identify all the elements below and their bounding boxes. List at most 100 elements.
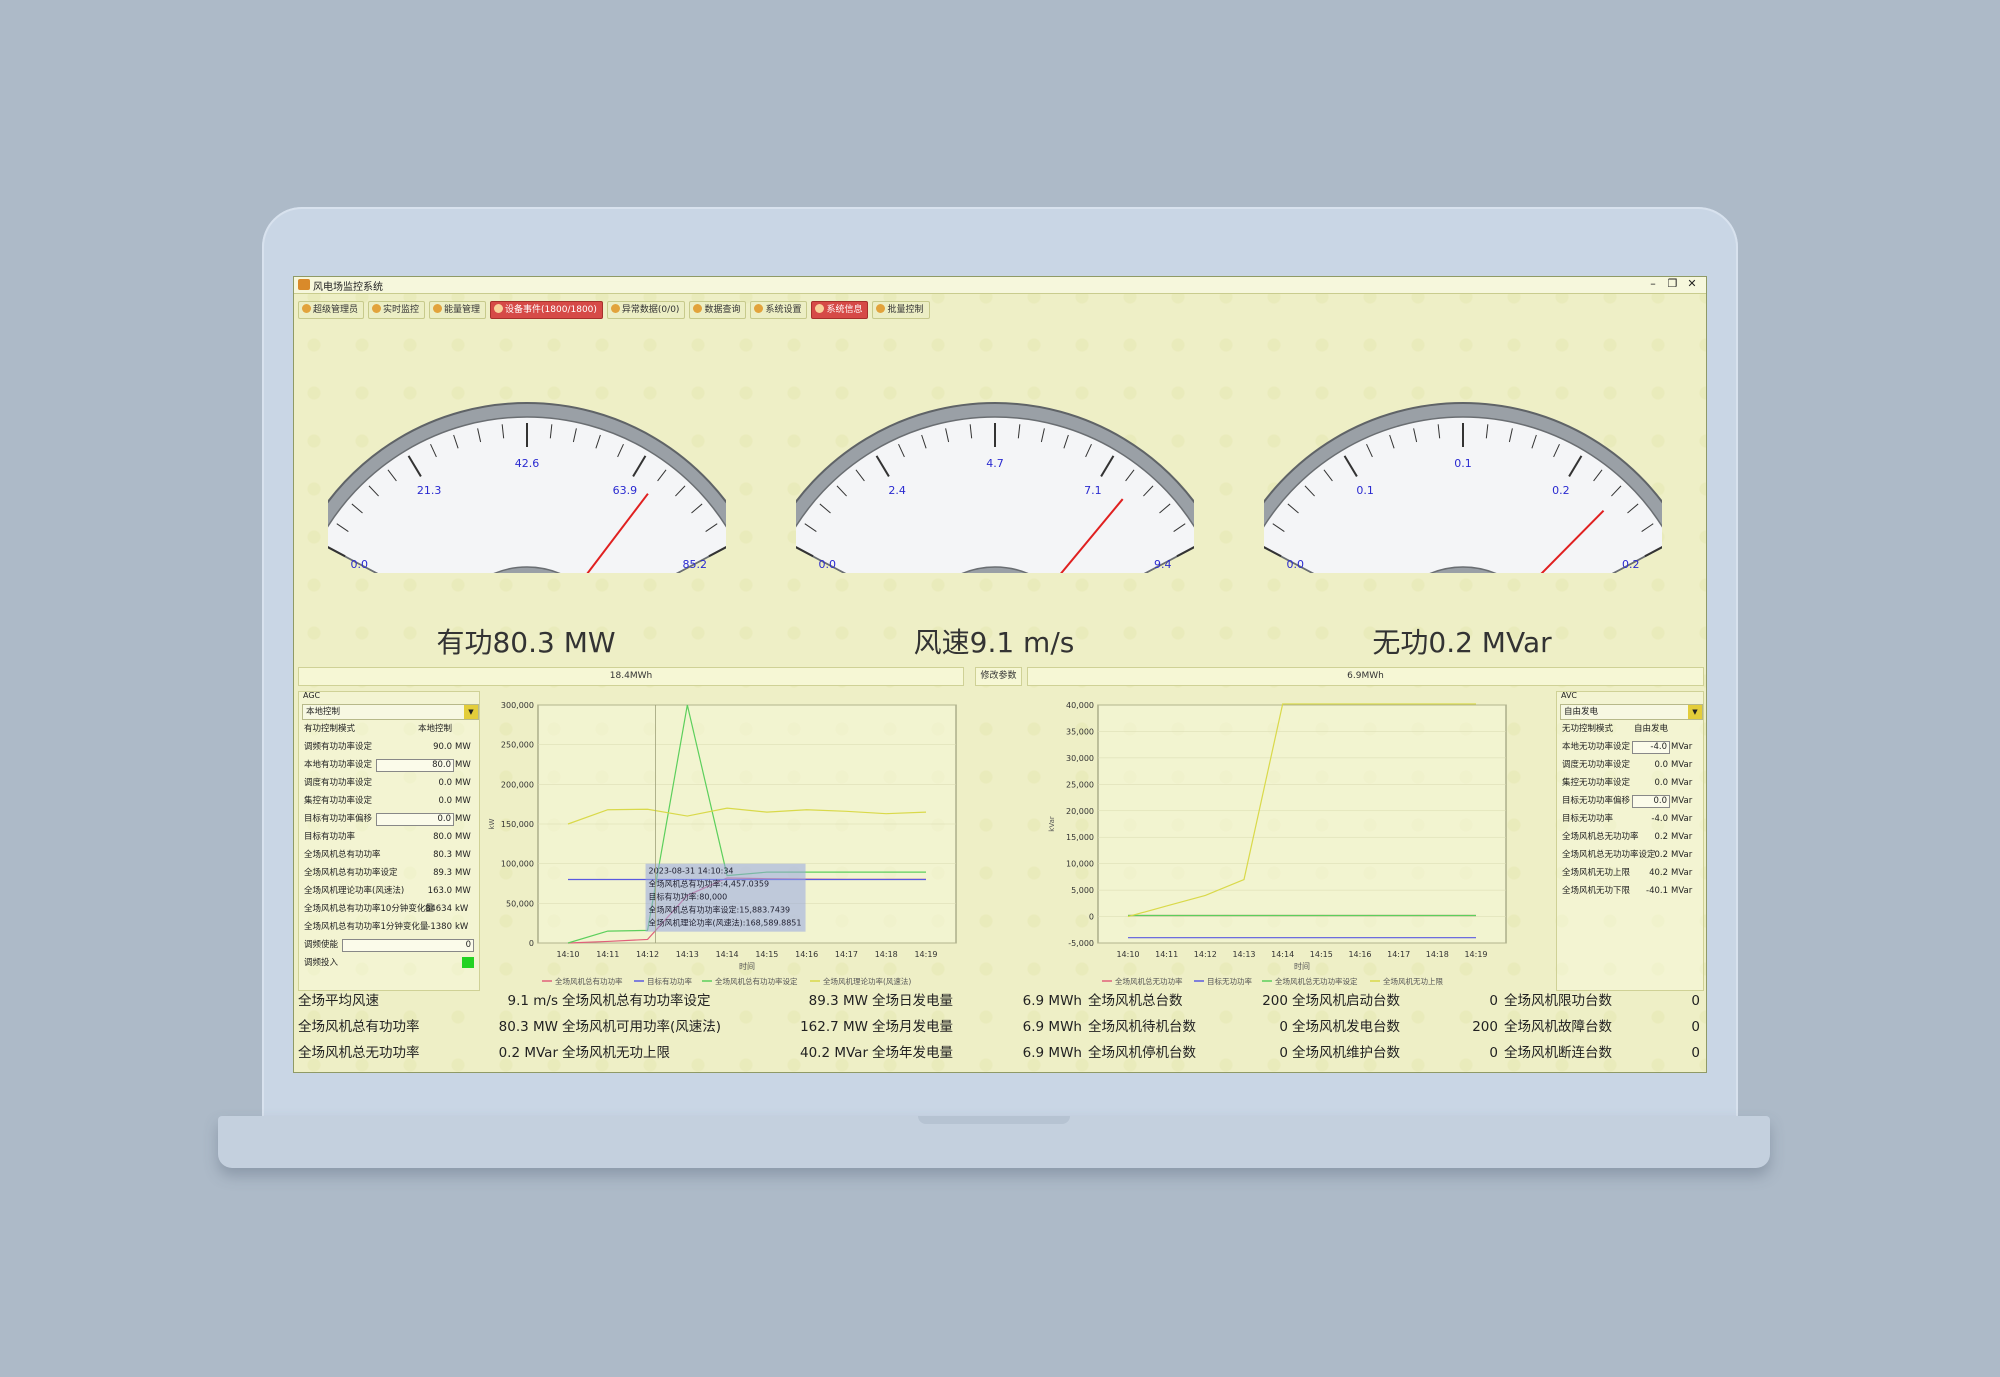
param-row: 全场风机无功上限 40.2 MVar xyxy=(1562,866,1698,880)
stat-item: 全场风机停机台数 0 xyxy=(1088,1043,1288,1063)
param-label: 集控无功功率设定 xyxy=(1562,778,1631,788)
modify-params-button[interactable]: 修改参数 xyxy=(975,667,1022,686)
y-tick-label: 200,000 xyxy=(501,780,534,789)
param-row: 全场风机理论功率(风速法) 163.0 MW xyxy=(304,884,474,898)
gauge-tick-label: 0.0 xyxy=(818,558,836,571)
param-label: 调度有功功率设定 xyxy=(304,778,373,788)
stat-item: 全场风机限功台数 0 xyxy=(1504,991,1700,1011)
x-tick-label: 14:15 xyxy=(755,950,778,959)
param-value: 90.0 xyxy=(433,742,452,752)
param-unit: MVar xyxy=(1671,760,1693,770)
param-value: 自由发电 xyxy=(1633,724,1668,734)
x-tick-label: 14:13 xyxy=(1232,950,1255,959)
param-input[interactable]: 0 xyxy=(342,939,474,952)
avc-panel: AVC 自由发电 ▼ 无功控制模式 自由发电 本地无功功率设定 -4.0 MVar 调度无… xyxy=(1556,691,1704,991)
stat-item: 全场风机总台数 200 xyxy=(1088,991,1288,1011)
reactive-power-gauge: 0.0 0.1 0.1 0.2 0.2 xyxy=(1264,402,1662,573)
app-logo-icon xyxy=(298,279,310,290)
toolbar-button[interactable]: 批量控制 xyxy=(872,301,930,319)
stat-label: 全场平均风速 xyxy=(298,993,379,1009)
stat-label: 全场风机无功上限 xyxy=(562,1045,670,1061)
param-row: 调频有功功率设定 90.0 MW xyxy=(304,740,474,754)
param-unit: MVar xyxy=(1671,778,1693,788)
gauge-tick-label: 0.2 xyxy=(1552,484,1570,497)
param-label: 全场风机总无功功率 xyxy=(1562,832,1639,842)
menu-icon xyxy=(302,304,311,313)
param-input[interactable]: 80.0 xyxy=(376,759,454,772)
param-label: 全场风机总有功功率1分钟变化量 xyxy=(304,922,429,932)
param-row: 全场风机无功下限 -40.1 MVar xyxy=(1562,884,1698,898)
param-unit: MVar xyxy=(1671,796,1693,806)
stat-label: 全场风机总台数 xyxy=(1088,993,1183,1009)
avc-mode-select[interactable]: 自由发电 ▼ xyxy=(1560,704,1703,720)
param-row: 全场风机总无功功率 0.2 MVar xyxy=(1562,830,1698,844)
legend-item[interactable]: 全场风机总有功功率 xyxy=(555,976,623,986)
legend-item[interactable]: 全场风机理论功率(风速法) xyxy=(823,976,911,986)
param-input[interactable]: 0.0 xyxy=(376,813,454,826)
toolbar-button[interactable]: 能量管理 xyxy=(429,301,487,319)
y-tick-label: 0 xyxy=(529,939,534,948)
param-input[interactable]: 0.0 xyxy=(1632,795,1670,808)
chevron-down-icon[interactable]: ▼ xyxy=(464,705,478,719)
stat-item: 全场风机待机台数 0 xyxy=(1088,1017,1288,1037)
param-value: 89.3 xyxy=(433,868,452,878)
restore-button[interactable]: ❐ xyxy=(1665,277,1681,290)
x-axis-label: 时间 xyxy=(1294,961,1310,971)
param-row: 有功控制模式 本地控制 xyxy=(304,722,474,736)
stat-label: 全场风机待机台数 xyxy=(1088,1019,1196,1035)
menu-icon xyxy=(372,304,382,313)
x-tick-label: 14:10 xyxy=(556,950,579,959)
gauge-tick-label: 0.0 xyxy=(1286,558,1304,571)
legend-item[interactable]: 目标无功功率 xyxy=(1207,976,1252,986)
close-button[interactable]: ✕ xyxy=(1684,277,1700,290)
param-row: 集控无功功率设定 0.0 MVar xyxy=(1562,776,1698,790)
param-row: 目标有功功率 80.0 MW xyxy=(304,830,474,844)
y-tick-label: 300,000 xyxy=(501,701,534,710)
param-row: 无功控制模式 自由发电 xyxy=(1562,722,1698,736)
y-tick-label: 150,000 xyxy=(501,820,534,829)
toolbar-button-label: 数据查询 xyxy=(704,305,741,315)
param-value: 0.0 xyxy=(1654,760,1668,770)
gauge-tick-label: 7.1 xyxy=(1084,484,1102,497)
chevron-down-icon[interactable]: ▼ xyxy=(1688,705,1702,719)
param-label: 全场风机总有功功率10分钟变化量 xyxy=(304,904,434,914)
param-input[interactable]: -4.0 xyxy=(1632,741,1670,754)
minimize-button[interactable]: – xyxy=(1645,277,1661,290)
stat-label: 全场风机启动台数 xyxy=(1292,993,1400,1009)
param-value: 84634 xyxy=(424,904,452,914)
stat-item: 全场风机无功上限 40.2 MVar xyxy=(562,1043,868,1063)
param-label: 目标无功功率 xyxy=(1562,814,1614,824)
toolbar-button[interactable]: 系统信息 xyxy=(811,301,869,319)
param-unit: MVar xyxy=(1671,868,1693,878)
toolbar-button[interactable]: 实时监控 xyxy=(368,301,426,319)
stat-value: 6.9 MWh xyxy=(1022,1045,1082,1061)
param-row: 全场风机总有功功率 80.3 MW xyxy=(304,848,474,862)
toolbar-button[interactable]: 设备事件(1800/1800) xyxy=(490,301,603,319)
stat-item: 全场月发电量 6.9 MWh xyxy=(872,1017,1082,1037)
legend-item[interactable]: 全场风机总有功功率设定 xyxy=(715,976,798,986)
param-label: 目标有功功率偏移 xyxy=(304,814,373,824)
stat-value: 0 xyxy=(1279,1019,1288,1035)
legend-item[interactable]: 全场风机总无功功率 xyxy=(1115,976,1183,986)
param-row: 目标无功功率 -4.0 MVar xyxy=(1562,812,1698,826)
stat-item: 全场风机发电台数 200 xyxy=(1292,1017,1498,1037)
legend-item[interactable]: 目标有功功率 xyxy=(647,976,692,986)
toolbar-button[interactable]: 异常数据(0/0) xyxy=(606,301,686,319)
stat-value: 80.3 MW xyxy=(498,1019,558,1035)
legend-item[interactable]: 全场风机无功上限 xyxy=(1383,976,1443,986)
stat-label: 全场风机可用功率(风速法) xyxy=(562,1019,722,1035)
stat-label: 全场风机故障台数 xyxy=(1504,1019,1612,1035)
param-row: 调频使能 0 xyxy=(304,938,474,952)
toolbar-button[interactable]: 数据查询 xyxy=(689,301,747,319)
param-value: 0.0 xyxy=(438,778,452,788)
x-tick-label: 14:12 xyxy=(636,950,659,959)
legend-item[interactable]: 全场风机总无功功率设定 xyxy=(1275,976,1358,986)
y-tick-label: 10,000 xyxy=(1066,860,1094,869)
x-tick-label: 14:17 xyxy=(835,950,858,959)
toolbar-button[interactable]: 超级管理员 xyxy=(298,301,365,319)
agc-mode-select[interactable]: 本地控制 ▼ xyxy=(302,704,479,720)
toolbar-button[interactable]: 系统设置 xyxy=(750,301,808,319)
stat-label: 全场风机总无功功率 xyxy=(298,1045,420,1061)
stat-value: 0.2 MVar xyxy=(498,1045,558,1061)
gauge-tick-label: 0.0 xyxy=(350,558,368,571)
